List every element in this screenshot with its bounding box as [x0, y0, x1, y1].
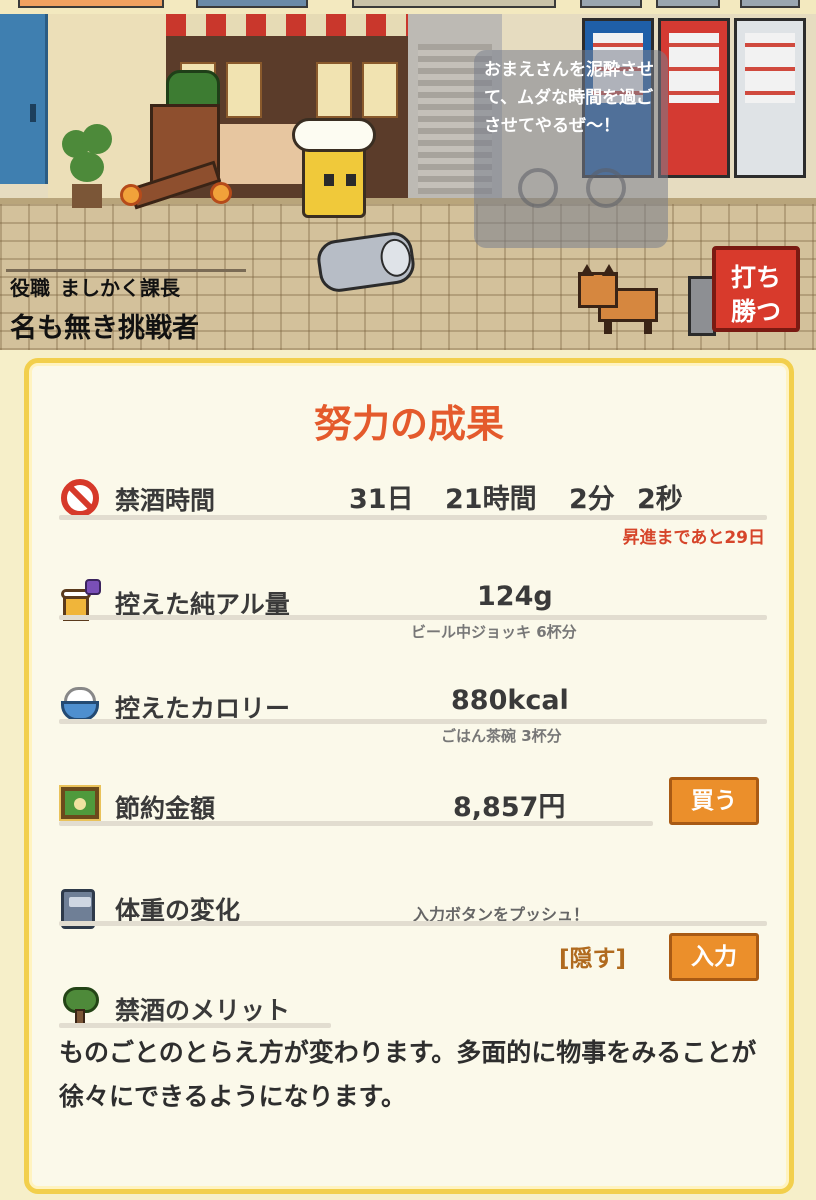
beer-mug-enemy — [290, 114, 380, 224]
player-name: 名も無き挑戦者 — [10, 313, 199, 344]
row-underline — [59, 719, 767, 724]
savings-label: 節約金額 — [115, 794, 216, 823]
top-toolbar-button[interactable] — [18, 0, 164, 8]
calories-row: 控えたカロリー 880kcal ごはん茶碗 3杯分 — [57, 685, 767, 755]
abstinence-minutes: 2分 — [569, 484, 615, 515]
player-role: 役職 ましかく課長 — [10, 272, 180, 301]
orange-cat — [578, 264, 664, 334]
speech-text: おまえさんを泥酔させて、ムダな時間を過ごさせてやるぜ～！ — [484, 60, 654, 136]
calories-value: 880kcal — [451, 685, 569, 716]
pure-alcohol-row: 控えた純アル量 124g ビール中ジョッキ 6杯分 — [57, 579, 767, 651]
pure-alcohol-value: 124g — [477, 581, 553, 612]
abstinence-time-row: 禁酒時間 31日 21時間 2分 2秒 昇進まであと29日 — [57, 475, 767, 548]
panel-title: 努力の成果 — [313, 402, 504, 446]
abstinence-hours: 21時間 — [445, 484, 537, 515]
defeat-enemy-button[interactable]: 打ち 勝つ — [712, 246, 800, 332]
blue-door — [0, 14, 48, 184]
calories-equivalent: ごはん茶碗 3杯分 — [441, 727, 562, 745]
abstinence-seconds: 2秒 — [637, 484, 683, 515]
buy-button[interactable]: 買う — [669, 777, 759, 825]
abstinence-time-label: 禁酒時間 — [115, 486, 216, 515]
rice-bowl-icon — [61, 685, 99, 723]
pure-alcohol-equivalent: ビール中ジョッキ 6杯分 — [411, 623, 577, 641]
enemy-speech-bubble: おまえさんを泥酔させて、ムダな時間を過ごさせてやるぜ～！ — [474, 50, 668, 248]
money-bill-icon — [59, 785, 101, 821]
row-underline — [59, 821, 653, 826]
no-drinking-icon — [61, 479, 99, 517]
row-underline — [59, 921, 767, 926]
salaryman-character — [110, 54, 260, 234]
potted-plant — [58, 124, 118, 214]
row-underline — [59, 1023, 331, 1028]
vending-machine-white — [734, 18, 806, 178]
vending-machine-red — [658, 18, 730, 178]
top-toolbar-button[interactable] — [656, 0, 720, 8]
savings-value: 8,857円 — [453, 792, 566, 823]
game-scene: おまえさんを泥酔させて、ムダな時間を過ごさせてやるぜ～！ 役職 ましかく課長 名も… — [0, 14, 816, 350]
row-underline — [59, 615, 767, 620]
merit-text: ものごとのとらえ方が変わります。多面的に物事をみることが徐々にできるようになりま… — [59, 1038, 757, 1111]
role-value: ましかく課長 — [60, 276, 180, 300]
top-toolbar-button[interactable] — [352, 0, 556, 8]
role-label: 役職 — [10, 276, 50, 300]
hide-link[interactable]: [隠す] — [559, 939, 626, 973]
abstinence-days: 31日 — [349, 484, 414, 515]
top-toolbar-button[interactable] — [580, 0, 642, 8]
weight-change-row: 体重の変化 入力ボタンをプッシュ！ [隠す] 入力 — [57, 881, 767, 991]
promotion-note: 昇進まであと29日 — [622, 528, 766, 548]
row-underline — [59, 515, 767, 520]
tree-icon — [61, 987, 99, 1025]
defeat-button-line1: 打ち — [730, 263, 781, 292]
merit-label: 禁酒のメリット — [115, 996, 291, 1025]
top-toolbar-strip — [0, 0, 816, 14]
results-panel: 努力の成果 禁酒時間 31日 21時間 2分 2秒 昇進まであと29日 控えた純… — [24, 358, 794, 1194]
savings-row: 節約金額 8,857円 買う — [57, 777, 767, 837]
top-toolbar-button[interactable] — [196, 0, 308, 8]
top-toolbar-button[interactable] — [740, 0, 800, 8]
merit-header-row: 禁酒のメリット — [57, 985, 767, 1029]
input-button[interactable]: 入力 — [669, 933, 759, 981]
defeat-button-line2: 勝つ — [730, 297, 781, 326]
